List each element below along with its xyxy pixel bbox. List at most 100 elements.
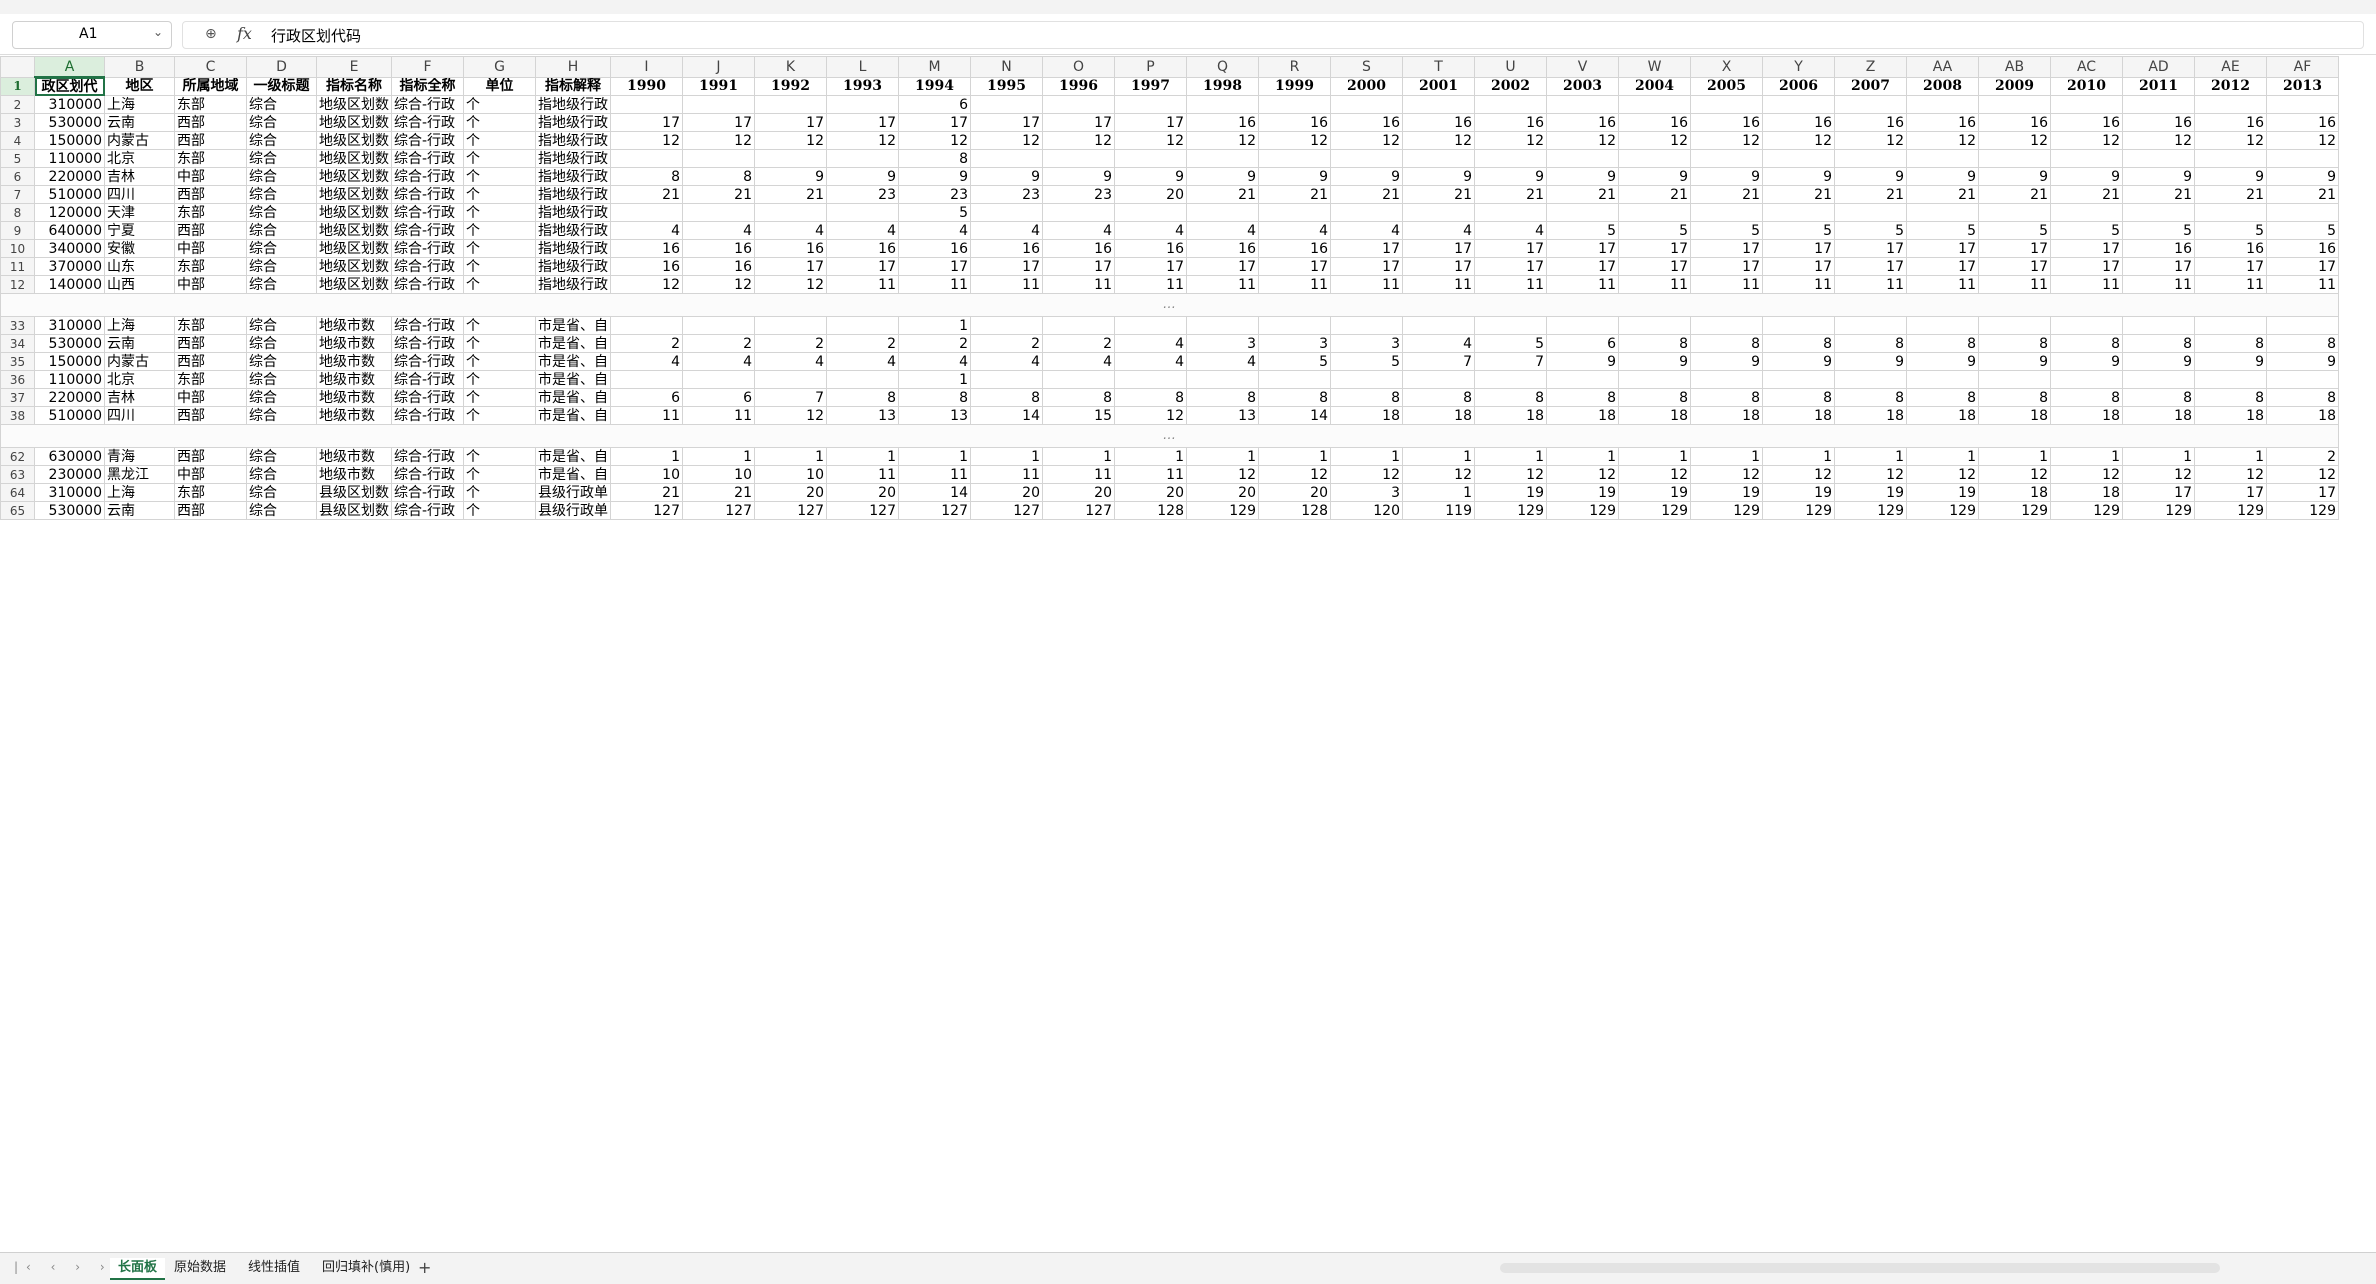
cell[interactable]: 16 — [682, 239, 755, 258]
cell[interactable]: 6 — [898, 95, 971, 114]
cell[interactable]: 150000 — [34, 131, 105, 150]
cell[interactable]: 23 — [898, 185, 971, 204]
cell[interactable]: 2003 — [1546, 76, 1619, 96]
cell[interactable]: 9 — [970, 167, 1043, 186]
cell[interactable]: 11 — [610, 406, 683, 425]
column-header[interactable]: O — [1042, 56, 1115, 78]
column-header[interactable]: Z — [1834, 56, 1907, 78]
cell[interactable]: 综合 — [246, 149, 317, 168]
cell[interactable]: 个 — [463, 483, 536, 502]
cell[interactable]: 综合-行政 — [391, 388, 464, 407]
cell[interactable]: 1 — [1906, 447, 1979, 466]
cell[interactable]: 310000 — [34, 95, 105, 114]
cell[interactable]: 127 — [754, 501, 827, 520]
cell[interactable]: 综合-行政 — [391, 501, 464, 520]
row-number[interactable]: 36 — [0, 370, 35, 389]
cell[interactable]: 1993 — [826, 76, 899, 96]
cell[interactable]: 19 — [1546, 483, 1619, 502]
cell[interactable]: 8 — [1978, 388, 2051, 407]
cell[interactable]: 4 — [610, 352, 683, 371]
sheet-tab-linear-interp[interactable]: 线性插值 — [240, 1258, 308, 1278]
cell[interactable]: 17 — [1618, 257, 1691, 276]
cell[interactable]: 内蒙古 — [104, 352, 175, 371]
cell[interactable]: 综合 — [246, 113, 317, 132]
cell[interactable]: 9 — [1402, 167, 1475, 186]
cell[interactable]: 综合 — [246, 239, 317, 258]
cell[interactable]: 16 — [1978, 113, 2051, 132]
row-number[interactable]: 38 — [0, 406, 35, 425]
cell[interactable]: 17 — [2050, 257, 2123, 276]
cell[interactable]: 12 — [754, 131, 827, 150]
cell[interactable]: 东部 — [174, 149, 247, 168]
cell[interactable]: 综合-行政 — [391, 483, 464, 502]
cell[interactable] — [1906, 370, 1979, 389]
cell[interactable]: 11 — [1618, 275, 1691, 294]
column-header[interactable]: N — [970, 56, 1043, 78]
cell[interactable]: 地级区划数 — [316, 95, 392, 114]
cell[interactable]: 综合-行政 — [391, 185, 464, 204]
cell[interactable] — [1330, 95, 1403, 114]
cell[interactable]: 8 — [1762, 388, 1835, 407]
cell[interactable]: 2 — [898, 334, 971, 353]
cell[interactable]: 政区划代 — [34, 76, 105, 96]
cell[interactable]: 18 — [1690, 406, 1763, 425]
cell[interactable]: 东部 — [174, 203, 247, 222]
cell[interactable] — [610, 370, 683, 389]
cell[interactable]: 21 — [610, 185, 683, 204]
cell[interactable]: 北京 — [104, 149, 175, 168]
cell[interactable] — [970, 203, 1043, 222]
cell[interactable]: 16 — [610, 257, 683, 276]
row-number[interactable]: 6 — [0, 167, 35, 186]
cell[interactable]: 21 — [1258, 185, 1331, 204]
cell[interactable]: 12 — [1474, 131, 1547, 150]
cell[interactable]: 16 — [1114, 239, 1187, 258]
cell[interactable]: 110000 — [34, 370, 105, 389]
cell[interactable]: 地级区划数 — [316, 239, 392, 258]
cell[interactable]: 1991 — [682, 76, 755, 96]
cell[interactable]: 1 — [754, 447, 827, 466]
cell[interactable] — [2266, 316, 2339, 335]
cell[interactable]: 129 — [2050, 501, 2123, 520]
cell[interactable]: 4 — [682, 352, 755, 371]
cell[interactable]: 2 — [754, 334, 827, 353]
cell[interactable]: 11 — [1042, 275, 1115, 294]
cell[interactable] — [1546, 95, 1619, 114]
cell[interactable]: 地级市数 — [316, 334, 392, 353]
cell[interactable]: 11 — [1762, 275, 1835, 294]
cell[interactable] — [754, 203, 827, 222]
cell[interactable]: 21 — [1546, 185, 1619, 204]
cell[interactable]: 综合-行政 — [391, 447, 464, 466]
cell[interactable]: 16 — [2266, 239, 2339, 258]
cell[interactable]: 12 — [1618, 131, 1691, 150]
cell[interactable]: 16 — [2122, 113, 2195, 132]
cell[interactable] — [2050, 370, 2123, 389]
cell[interactable] — [1690, 95, 1763, 114]
cell[interactable]: 9 — [2266, 352, 2339, 371]
cell[interactable] — [1546, 203, 1619, 222]
cell[interactable]: 地级市数 — [316, 388, 392, 407]
cell[interactable]: 11 — [826, 275, 899, 294]
cell[interactable]: 12 — [1114, 131, 1187, 150]
cell[interactable] — [1186, 370, 1259, 389]
cell[interactable]: 8 — [898, 149, 971, 168]
cell[interactable]: 综合-行政 — [391, 239, 464, 258]
cell[interactable]: 上海 — [104, 316, 175, 335]
cell[interactable] — [2050, 95, 2123, 114]
cell[interactable]: 12 — [1258, 131, 1331, 150]
cell[interactable] — [1618, 203, 1691, 222]
cell[interactable] — [2266, 203, 2339, 222]
row-number[interactable]: 3 — [0, 113, 35, 132]
cell[interactable]: 17 — [1114, 257, 1187, 276]
cell[interactable]: 9 — [1618, 352, 1691, 371]
cell[interactable]: 5 — [2194, 221, 2267, 240]
cell[interactable]: 市是省、自 — [535, 334, 611, 353]
cell[interactable]: 17 — [1546, 257, 1619, 276]
cell[interactable]: 7 — [754, 388, 827, 407]
cell[interactable]: 9 — [2122, 352, 2195, 371]
cell[interactable]: 2 — [826, 334, 899, 353]
cell[interactable]: 综合 — [246, 167, 317, 186]
cell[interactable] — [1042, 203, 1115, 222]
cell[interactable]: 21 — [682, 483, 755, 502]
cell[interactable]: 21 — [1690, 185, 1763, 204]
cell[interactable]: 综合-行政 — [391, 149, 464, 168]
